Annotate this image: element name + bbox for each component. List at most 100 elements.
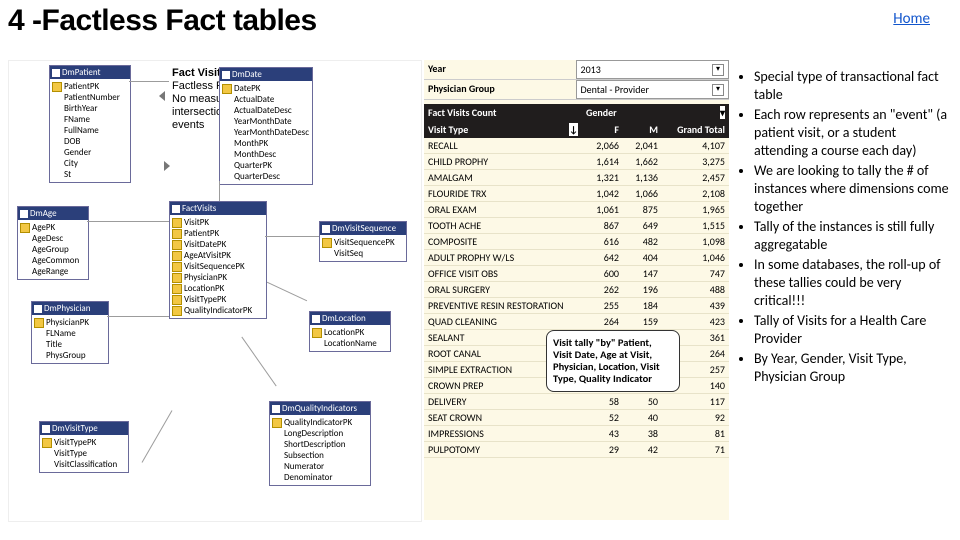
field-name: Gender [64,147,128,158]
filter-label: Year [424,60,576,79]
field-row: VisitType [42,448,126,459]
pivot-header: Fact Visits Count Gender▾ [424,104,729,121]
field-row: AgeDesc [20,233,86,244]
table-title: FactVisits [182,203,216,214]
pivot-rows: RECALL2,0662,0414,107CHILD PROPHY1,6141,… [424,138,729,458]
table-date: DmDate DatePKActualDateActualDateDescYea… [219,67,313,185]
dropdown-icon[interactable]: ↓ [569,123,578,136]
field-name: Title [46,339,106,350]
field-row: PhysicianPK [172,272,264,283]
table-qi: DmQualityIndicators QualityIndicatorPKLo… [269,401,371,486]
row-f: 616 [582,234,621,249]
field-row: FLName [34,328,106,339]
row-m: 404 [621,250,660,265]
row-m: 1,066 [621,186,660,201]
filter-value[interactable]: Dental - Provider▾ [576,80,730,99]
row-total: 423 [660,314,729,329]
field-row: ShortDescription [272,439,368,450]
field-name: VisitSequencePK [334,237,404,248]
row-f: 2,066 [582,138,621,153]
row-type: PREVENTIVE RESIN RESTORATION [424,298,582,313]
row-total: 1,515 [660,218,729,233]
field-row: City [52,158,128,169]
row-total: 117 [660,394,729,409]
bullet-item: We are looking to tally the # of instanc… [754,162,950,216]
key-icon [42,438,52,448]
field-row: DOB [52,136,128,147]
home-link[interactable]: Home [893,10,930,28]
table-title: DmDate [232,69,262,80]
bullet-item: Tally of the instances is still fully ag… [754,218,950,254]
dropdown-icon[interactable]: ▾ [712,64,724,76]
row-total: 1,046 [660,250,729,265]
field-name: FName [64,114,128,125]
row-f: 58 [582,394,621,409]
key-icon [172,218,182,228]
row-total: 2,457 [660,170,729,185]
pivot-row: DELIVERY5850117 [424,394,729,410]
row-type: PULPOTOMY [424,442,582,457]
field-name: LocationPK [324,327,388,338]
row-type: RECALL [424,138,582,153]
filter-label: Physician Group [424,80,576,99]
row-total: 2,108 [660,186,729,201]
key-icon [172,262,182,272]
row-type: ORAL EXAM [424,202,582,217]
bullet-list: Special type of transactional fact table… [738,68,950,388]
field-row: ActualDateDesc [222,105,310,116]
row-m: 50 [621,394,660,409]
pivot-row: PULPOTOMY294271 [424,442,729,458]
field-name: QualityIndicatorPK [184,305,264,316]
field-row: LocationPK [312,327,388,338]
pivot-row: ORAL EXAM1,0618751,965 [424,202,729,218]
field-row: LocationName [312,338,388,349]
field-name: AgeCommon [32,255,86,266]
field-row: AgeGroup [20,244,86,255]
table-fact: FactVisits VisitPKPatientPKVisitDatePKAg… [169,201,267,319]
bullet-item: Special type of transactional fact table [754,68,950,104]
row-total: 81 [660,426,729,441]
table-icon [20,210,28,218]
dropdown-icon[interactable]: ▾ [712,84,724,96]
dropdown-icon[interactable]: ▾ [720,106,725,119]
field-name: Denominator [284,472,368,483]
field-name: LocationPK [184,283,264,294]
field-name: VisitTypePK [54,437,126,448]
table-icon [322,225,330,233]
filter-value[interactable]: 2013▾ [576,60,730,79]
pivot-row: PREVENTIVE RESIN RESTORATION255184439 [424,298,729,314]
field-name: AgeDesc [32,233,86,244]
table-title: DmAge [30,208,57,219]
pivot-row: RECALL2,0662,0414,107 [424,138,729,154]
header-count: Fact Visits Count [424,104,582,121]
field-row: AgePK [20,222,86,233]
field-name: MonthPK [234,138,310,149]
col-grandtotal: Grand Total [660,121,729,138]
field-name: St [64,169,128,180]
field-name: PatientPK [184,228,264,239]
row-type: QUAD CLEANING [424,314,582,329]
field-row: DatePK [222,83,310,94]
field-name: ActualDate [234,94,310,105]
row-type: OFFICE VISIT OBS [424,266,582,281]
pivot-row: CHILD PROPHY1,6141,6623,275 [424,154,729,170]
field-row: PhysGroup [34,350,106,361]
row-m: 38 [621,426,660,441]
field-name: PatientPK [64,81,128,92]
table-body: PatientPKPatientNumberBirthYearFNameFull… [50,79,130,182]
row-m: 159 [621,314,660,329]
field-row: VisitSequencePK [322,237,404,248]
row-f: 43 [582,426,621,441]
pivot-row: COMPOSITE6164821,098 [424,234,729,250]
field-row: Title [34,339,106,350]
key-icon [272,418,282,428]
field-row: St [52,169,128,180]
row-m: 649 [621,218,660,233]
field-row: FullName [52,125,128,136]
field-row: AgeRange [20,266,86,277]
row-total: 92 [660,410,729,425]
row-total: 3,275 [660,154,729,169]
row-f: 52 [582,410,621,425]
field-name: ActualDateDesc [234,105,310,116]
field-row: VisitTypePK [172,294,264,305]
